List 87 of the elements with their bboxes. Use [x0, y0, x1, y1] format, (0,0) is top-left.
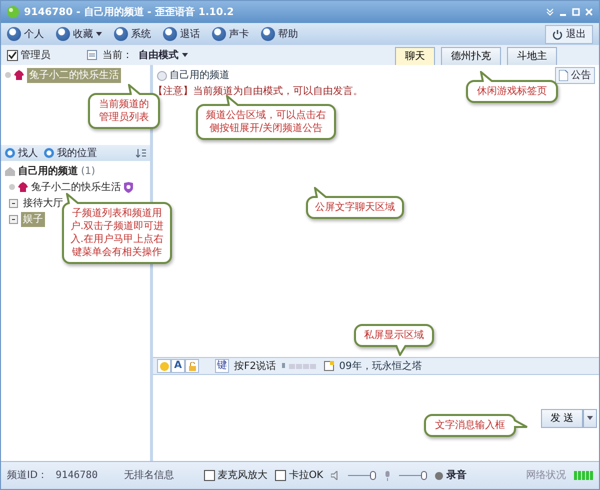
toolbar-button[interactable]: 帮助 [261, 26, 298, 42]
send-options-button[interactable] [582, 408, 596, 428]
checkbox[interactable] [204, 470, 215, 481]
mode-dropdown[interactable]: 自由模式 [138, 48, 188, 62]
caret-icon [586, 416, 592, 420]
shield-icon [124, 182, 133, 192]
tab[interactable]: 斗地主 [507, 47, 557, 65]
toolbar-button[interactable]: 收藏 [56, 26, 102, 42]
window-title: 9146780 - 自己用的频道 - 歪歪语音 1.10.2 [24, 5, 235, 20]
tooltip-tail [66, 193, 80, 204]
logo-icon [7, 6, 19, 18]
checkbox-label: 管理员 [20, 48, 50, 62]
channel-id-label: 频道ID： [7, 468, 48, 483]
user-count: (1) [81, 164, 96, 178]
lock-icon [188, 362, 196, 370]
home-icon [5, 166, 15, 176]
record-button[interactable]: 录音 [435, 468, 466, 483]
speaker-volume-slider[interactable] [348, 471, 376, 480]
toolbar-icon [7, 27, 21, 41]
power-icon [552, 28, 563, 40]
toolbar-icon [56, 27, 70, 41]
rank-info: 无排名信息 [124, 468, 174, 483]
collapse-icon[interactable] [546, 8, 554, 16]
channel-name[interactable]: 自己用的频道 [18, 164, 78, 178]
status-dot-icon [5, 72, 11, 78]
toolbar-icon [114, 27, 128, 41]
checkbox-label: 卡拉OK [288, 468, 324, 483]
signature-text: 09年，玩永恒之塔 [339, 360, 422, 374]
channel-icon [157, 70, 167, 80]
subchannel-name[interactable]: 接待大厅 [21, 196, 65, 210]
annotation-tooltip: 子频道列表和频道用户.双击子频道即可进入.在用户马甲上点右键菜单会有相关操作 [62, 202, 172, 264]
check-icon [8, 51, 17, 59]
annotation-tooltip: 文字消息输入框 [424, 414, 516, 437]
announcement-button[interactable]: 公告 [555, 67, 595, 84]
mic-volume-slider[interactable] [399, 471, 428, 480]
signal-icon [574, 471, 593, 480]
tab[interactable]: 聊天 [395, 47, 435, 65]
tooltip-tail [314, 187, 328, 198]
checkbox-label: 麦克风放大 [217, 468, 268, 483]
search-icon [44, 148, 54, 158]
record-icon [435, 472, 444, 480]
annotation-tooltip: 当前频道的管理员列表 [88, 93, 160, 129]
toolbar-button[interactable]: 系统 [114, 26, 151, 42]
mode-label: 当前： [102, 48, 132, 62]
list-icon [86, 50, 96, 60]
channel-id: 9146780 [56, 469, 98, 483]
toolbar-icon [212, 27, 226, 41]
left-toolbar-button[interactable]: 我的位置 [44, 146, 97, 160]
send-button[interactable]: 发 送 [541, 408, 582, 428]
smiley-icon [160, 362, 168, 370]
toolbar-button[interactable]: 个人 [7, 26, 44, 42]
maximize-icon[interactable] [572, 8, 580, 16]
font-button[interactable]: A [171, 359, 185, 373]
tab[interactable]: 德州扑克 [441, 47, 501, 65]
tooltip-tail [480, 71, 494, 82]
key-button[interactable]: 键 [215, 359, 229, 373]
speaker-icon [331, 471, 340, 480]
note-icon [324, 361, 334, 371]
exit-button[interactable]: 退出 [545, 24, 593, 44]
status-dot-icon [9, 184, 15, 190]
shirt-icon [14, 70, 24, 80]
toolbar-button[interactable]: 声卡 [212, 26, 249, 42]
checkbox[interactable] [7, 50, 18, 60]
shirt-icon [18, 182, 28, 192]
search-icon [5, 148, 15, 158]
annotation-tooltip: 频道公告区域，可以点击右侧按钮展开/关闭频道公告 [196, 104, 336, 140]
microphone-icon [384, 470, 392, 480]
collapse-box-icon[interactable] [9, 214, 18, 224]
network-status-label: 网络状况 [526, 468, 566, 483]
toolbar-icon [261, 27, 275, 41]
tooltip-tail [394, 345, 408, 356]
user-name[interactable]: 兔子小二的快乐生活 [31, 180, 121, 194]
tooltip-tail [226, 95, 240, 106]
tooltip-tail [514, 419, 528, 429]
sort-icon[interactable] [136, 148, 146, 158]
left-toolbar-button[interactable]: 找人 [5, 146, 38, 160]
toolbar-icon [163, 27, 177, 41]
channel-title: 自己用的频道 [170, 68, 230, 83]
tooltip-tail [128, 84, 142, 95]
collapse-box-icon[interactable] [9, 198, 18, 208]
caret-icon [182, 53, 188, 57]
close-icon[interactable] [585, 8, 593, 16]
toolbar-button[interactable]: 退话 [163, 26, 200, 42]
push-to-talk-label: 按F2说话 [234, 360, 276, 374]
lock-button[interactable] [185, 359, 199, 373]
checkbox[interactable] [275, 470, 286, 481]
document-icon [559, 70, 568, 81]
